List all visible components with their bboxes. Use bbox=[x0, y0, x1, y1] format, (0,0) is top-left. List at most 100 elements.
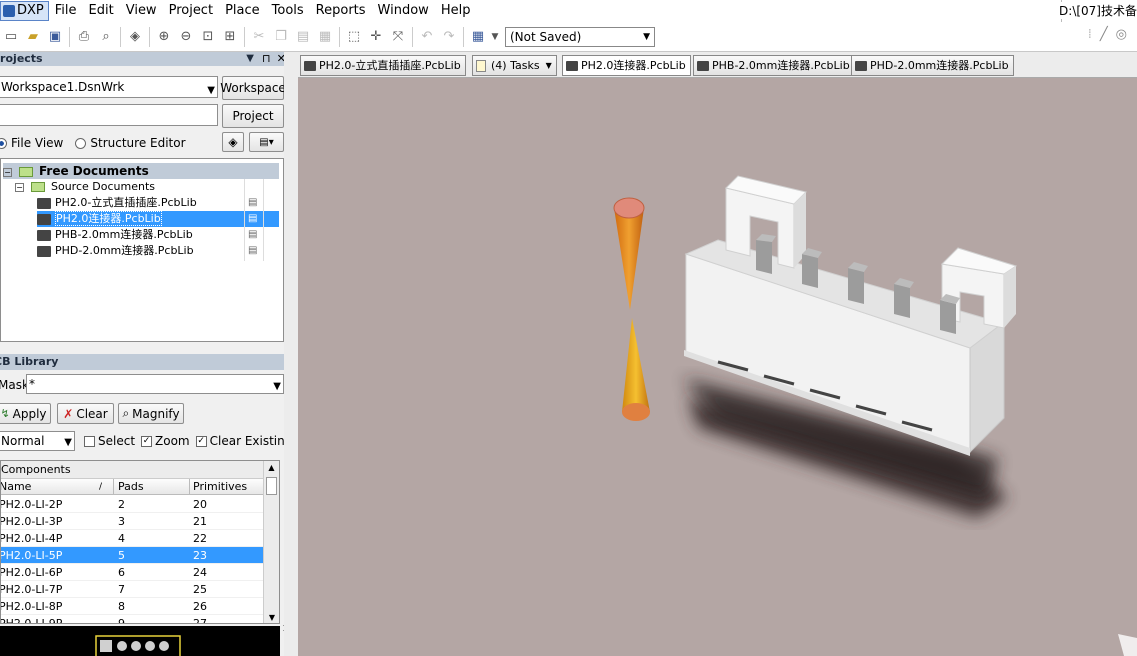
cell-pads: 5 bbox=[118, 549, 125, 562]
pin-icon[interactable]: ⊓ bbox=[262, 52, 271, 66]
dxp-logo-icon bbox=[3, 5, 15, 17]
footprint-pad bbox=[159, 641, 169, 651]
table-row[interactable]: PH2.0-LI-2P 2 20 bbox=[1, 496, 264, 513]
tree-node-file[interactable]: PHB-2.0mm连接器.PcbLib ▤ bbox=[37, 227, 279, 243]
target-icon[interactable]: ◎ bbox=[1116, 27, 1127, 42]
tab-ph20-connector[interactable]: PH2.0连接器.PcbLib bbox=[562, 55, 691, 76]
filter-mode-select[interactable]: Normal ▼ bbox=[0, 431, 75, 451]
table-row[interactable]: PH2.0-LI-6P 6 24 bbox=[1, 564, 264, 581]
connector-pin bbox=[756, 240, 772, 274]
grid-dropdown-icon[interactable]: ▼ bbox=[489, 26, 501, 48]
connector-pin bbox=[848, 268, 864, 304]
menu-help[interactable]: Help bbox=[435, 0, 477, 22]
clear-existing-checkbox[interactable]: ✓ bbox=[195, 435, 207, 447]
cut-icon[interactable]: ✂ bbox=[248, 26, 270, 48]
zoom-checkbox[interactable]: ✓ bbox=[141, 435, 153, 447]
project-options-button[interactable]: ▤▾ bbox=[249, 132, 284, 152]
menu-view[interactable]: View bbox=[120, 0, 163, 22]
pcblib-icon bbox=[566, 60, 578, 71]
pcblib-icon bbox=[855, 60, 867, 71]
workspace-button[interactable]: Workspace bbox=[220, 76, 286, 100]
table-row[interactable]: PH2.0-LI-3P 3 21 bbox=[1, 513, 264, 530]
menu-edit[interactable]: Edit bbox=[83, 0, 120, 22]
project-field[interactable] bbox=[0, 104, 218, 126]
zoom-area-icon[interactable]: ⊡ bbox=[197, 26, 219, 48]
workspace-select[interactable]: Workspace1.DsnWrk ▼ bbox=[0, 76, 218, 98]
main-toolbar: ▭ ▰ ▣ ⎙ ⌕ ◈ ⊕ ⊖ ⊡ ⊞ ✂ ❐ ▤ ▦ ⬚ ✛ ⤧ ↶ ↷ ▦ … bbox=[0, 22, 1137, 52]
toolbar-separator bbox=[412, 26, 413, 47]
table-row[interactable]: PH2.0-LI-9P 9 27 bbox=[1, 615, 264, 623]
apply-button[interactable]: ↯ Apply bbox=[0, 403, 51, 424]
tab-phb-connector[interactable]: PHB-2.0mm连接器.PcbLib bbox=[693, 55, 855, 76]
zoom-out-icon[interactable]: ⊖ bbox=[175, 26, 197, 48]
column-header-name[interactable]: Name bbox=[1, 479, 31, 495]
copy-icon[interactable]: ❐ bbox=[270, 26, 292, 48]
panel-menu-icon[interactable]: ▼ bbox=[246, 52, 254, 66]
magnify-button[interactable]: ⌕ Magnify bbox=[118, 403, 184, 424]
chevron-down-icon[interactable]: ▼ bbox=[273, 378, 281, 396]
project-button[interactable]: Project bbox=[222, 104, 284, 128]
tree-node-free-documents[interactable]: − Free Documents bbox=[3, 163, 279, 179]
clear-button[interactable]: ✗ Clear bbox=[57, 403, 114, 424]
variant-select[interactable]: (Not Saved) ▼ bbox=[505, 26, 655, 47]
3d-viewport[interactable] bbox=[298, 78, 1137, 656]
save-icon[interactable]: ▣ bbox=[44, 26, 66, 48]
tree-node-file[interactable]: PH2.0连接器.PcbLib ▤ bbox=[37, 211, 279, 227]
compile-icon-button[interactable]: ◈ bbox=[222, 132, 244, 152]
structure-editor-radio[interactable] bbox=[75, 137, 87, 149]
select-area-icon[interactable]: ⬚ bbox=[343, 26, 365, 48]
layer-stack-icon[interactable]: ◈ bbox=[124, 26, 146, 48]
toolbar-separator bbox=[463, 26, 464, 47]
tree-node-source-documents[interactable]: − Source Documents bbox=[15, 179, 155, 195]
open-folder-icon[interactable]: ▰ bbox=[22, 26, 44, 48]
print-icon[interactable]: ⎙ bbox=[73, 26, 95, 48]
redo-icon[interactable]: ↷ bbox=[438, 26, 460, 48]
table-row[interactable]: PH2.0-LI-5P 5 23 bbox=[1, 547, 264, 564]
column-header-primitives[interactable]: Primitives bbox=[193, 479, 247, 495]
filter-options: Select ✓ Zoom ✓ Clear Existing bbox=[84, 434, 292, 448]
grid-icon[interactable]: ▦ bbox=[467, 26, 489, 48]
file-view-radio[interactable] bbox=[0, 137, 7, 149]
menu-window[interactable]: Window bbox=[372, 0, 435, 22]
deselect-icon[interactable]: ⤧ bbox=[387, 26, 409, 48]
tab-ph20-vertical[interactable]: PH2.0-立式直插插座.PcbLib bbox=[300, 55, 466, 76]
table-row[interactable]: PH2.0-LI-4P 4 22 bbox=[1, 530, 264, 547]
footprint-preview bbox=[0, 626, 280, 656]
panel-splitter[interactable] bbox=[284, 52, 298, 656]
collapse-icon[interactable]: − bbox=[15, 182, 24, 192]
print-preview-icon[interactable]: ⌕ bbox=[95, 26, 117, 48]
collapse-icon[interactable]: − bbox=[3, 167, 12, 177]
tasks-icon bbox=[476, 59, 486, 72]
new-document-icon[interactable]: ▭ bbox=[0, 26, 22, 48]
rubber-stamp-icon[interactable]: ▦ bbox=[314, 26, 336, 48]
table-row[interactable]: PH2.0-LI-8P 8 26 bbox=[1, 598, 264, 615]
menu-reports[interactable]: Reports bbox=[310, 0, 372, 22]
menu-project[interactable]: Project bbox=[163, 0, 219, 22]
tree-label: Source Documents bbox=[51, 180, 155, 193]
tab-phd-connector[interactable]: PHD-2.0mm连接器.PcbLib bbox=[851, 55, 1014, 76]
scrollbar-thumb[interactable] bbox=[266, 477, 277, 495]
scroll-down-icon[interactable]: ▼ bbox=[264, 611, 279, 623]
menu-tools[interactable]: Tools bbox=[266, 0, 310, 22]
mask-input[interactable]: * ▼ bbox=[26, 374, 284, 394]
menu-place[interactable]: Place bbox=[219, 0, 266, 22]
tree-node-file[interactable]: PH2.0-立式直插插座.PcbLib ▤ bbox=[37, 195, 279, 211]
menu-label: View bbox=[125, 3, 157, 18]
zoom-in-icon[interactable]: ⊕ bbox=[153, 26, 175, 48]
zoom-fit-icon[interactable]: ⊞ bbox=[219, 26, 241, 48]
table-row[interactable]: PH2.0-LI-7P 7 25 bbox=[1, 581, 264, 598]
scroll-up-icon[interactable]: ▲ bbox=[264, 461, 279, 475]
line-tool-icon[interactable]: ╱ bbox=[1100, 27, 1108, 42]
undo-icon[interactable]: ↶ bbox=[416, 26, 438, 48]
cell-name: PH2.0-LI-4P bbox=[0, 532, 63, 545]
components-scrollbar[interactable]: ▲ ▼ bbox=[263, 461, 279, 623]
tree-node-file[interactable]: PHD-2.0mm连接器.PcbLib ▤ bbox=[37, 243, 279, 259]
tab-tasks[interactable]: (4) Tasks ▼ bbox=[472, 55, 557, 76]
move-icon[interactable]: ✛ bbox=[365, 26, 387, 48]
select-checkbox[interactable] bbox=[84, 435, 95, 447]
menu-file[interactable]: File bbox=[49, 0, 83, 22]
column-header-pads[interactable]: Pads bbox=[118, 479, 144, 495]
paste-icon[interactable]: ▤ bbox=[292, 26, 314, 48]
components-label: Components bbox=[1, 463, 71, 476]
dxp-menu[interactable]: DXP bbox=[0, 1, 49, 21]
